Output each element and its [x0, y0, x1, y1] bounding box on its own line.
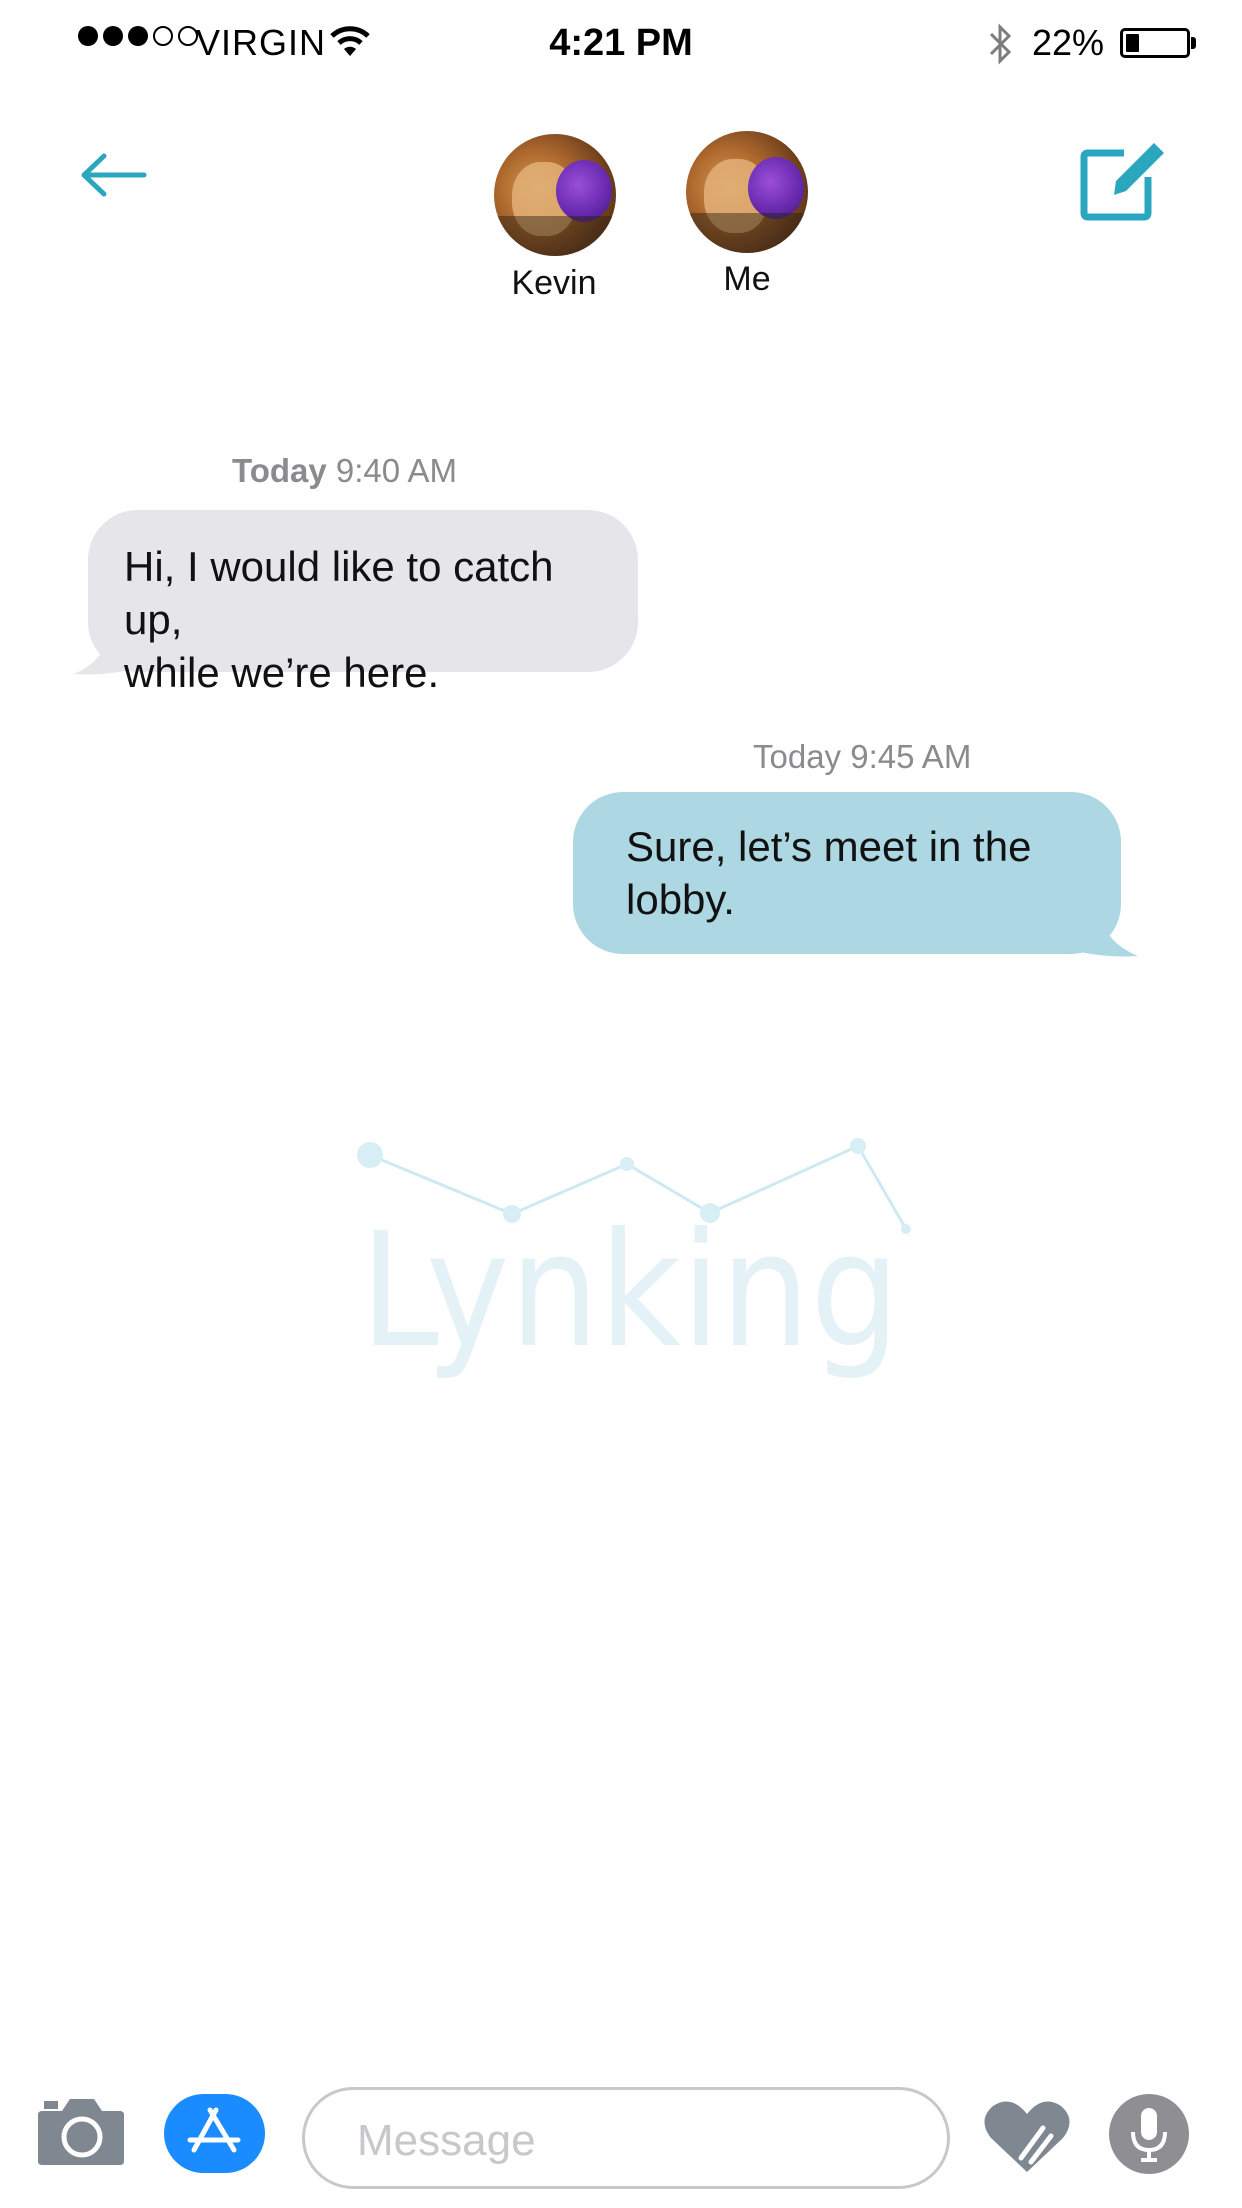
participant-me[interactable] [686, 131, 808, 253]
message-text-line: Sure, let’s meet in the [626, 823, 1032, 870]
participant-kevin[interactable] [494, 134, 616, 256]
heart-digital-touch-icon [984, 2101, 1070, 2172]
message-input[interactable]: Message [302, 2087, 950, 2189]
participant-name: Kevin [511, 264, 597, 302]
lynking-watermark-logo: Lynking [357, 1138, 911, 1383]
camera-button[interactable] [38, 2095, 124, 2170]
timestamp-time: 9:40 AM [335, 452, 457, 489]
message-timestamp: Today 9:45 AM [753, 738, 972, 775]
message-timestamp: Today 9:40 AM [232, 452, 457, 490]
app-store-icon [187, 2107, 241, 2153]
compose-icon [1080, 143, 1164, 221]
avatar [494, 134, 616, 256]
battery-percentage: 22% [1032, 22, 1105, 63]
timestamp-day: Today [232, 452, 327, 489]
compose-button[interactable] [1076, 133, 1166, 228]
watermark-text: Lynking [360, 1199, 900, 1383]
app-store-button[interactable] [164, 2094, 265, 2173]
bluetooth-icon [985, 22, 1015, 75]
participant-name: Me [723, 260, 771, 298]
incoming-message-bubble[interactable]: Hi, I would like to catch up, while we’r… [88, 510, 638, 696]
microphone-icon [1131, 2108, 1167, 2162]
message-text-line: lobby. [626, 876, 735, 923]
camera-icon [38, 2099, 124, 2165]
microphone-button[interactable] [1109, 2094, 1189, 2174]
back-arrow-icon [81, 153, 147, 197]
outgoing-message-bubble[interactable]: Sure, let’s meet in the lobby. [573, 792, 1121, 954]
back-button[interactable] [80, 150, 148, 205]
status-bar: VIRGIN 4:21 PM 22% [0, 0, 1242, 90]
message-text-line: Hi, I would like to catch up, [124, 543, 554, 643]
avatar [686, 131, 808, 253]
battery-icon [1120, 28, 1190, 58]
battery-tip [1191, 37, 1196, 49]
message-text-line: while we’re here. [124, 649, 440, 696]
digital-touch-button[interactable] [983, 2098, 1071, 2179]
